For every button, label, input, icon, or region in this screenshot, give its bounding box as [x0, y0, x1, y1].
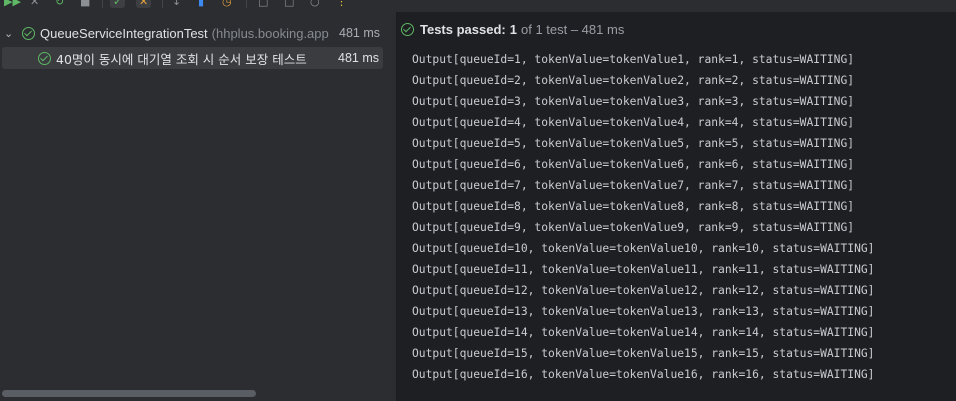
- toggle-passed-icon[interactable]: ✓: [110, 0, 126, 8]
- console-line: Output[queueId=4, tokenValue=tokenValue4…: [412, 116, 855, 129]
- test-passed-icon: [22, 26, 35, 40]
- settings-icon[interactable]: ○: [310, 0, 320, 8]
- console-line: Output[queueId=14, tokenValue=tokenValue…: [412, 326, 875, 339]
- console-line: Output[queueId=3, tokenValue=tokenValue3…: [412, 95, 855, 108]
- test-tree-panel: ⌄ QueueServiceIntegrationTest (hhplus.bo…: [0, 12, 396, 401]
- console-line: Output[queueId=7, tokenValue=tokenValue7…: [412, 179, 855, 192]
- console-line: Output[queueId=16, tokenValue=tokenValue…: [412, 368, 875, 381]
- console-line: Output[queueId=5, tokenValue=tokenValue5…: [412, 137, 855, 150]
- toggle-ignored-icon[interactable]: ✕: [136, 0, 152, 8]
- toolbar-divider: [102, 0, 103, 8]
- test-method-duration: 481 ms: [338, 51, 379, 65]
- console-line: Output[queueId=9, tokenValue=tokenValue9…: [412, 221, 855, 234]
- toolbar-divider: [162, 0, 163, 8]
- console-line: Output[queueId=2, tokenValue=tokenValue2…: [412, 74, 855, 87]
- console-line: Output[queueId=11, tokenValue=tokenValue…: [412, 263, 875, 276]
- test-passed-icon: [38, 51, 51, 65]
- test-class-name: QueueServiceIntegrationTest: [40, 25, 208, 41]
- status-count: 1: [509, 21, 517, 37]
- export-icon[interactable]: □: [258, 0, 268, 8]
- sort-icon[interactable]: ↓: [172, 0, 181, 8]
- console-line: Output[queueId=1, tokenValue=tokenValue1…: [412, 53, 855, 66]
- test-toolbar: ▶▶ ✕ ↻ ■ ✓ ✕ ↓ ▮ ◷ □ □ ○ ⋮: [0, 0, 956, 12]
- chevron-down-icon[interactable]: ⌄: [4, 27, 16, 40]
- toolbar-divider: [246, 0, 247, 8]
- console-line: Output[queueId=12, tokenValue=tokenValue…: [412, 284, 875, 297]
- test-status-bar: Tests passed: 1 of 1 test – 481 ms: [397, 12, 956, 46]
- console-line: Output[queueId=13, tokenValue=tokenValue…: [412, 305, 875, 318]
- status-summary: of 1 test – 481 ms: [520, 21, 625, 37]
- console-line: Output[queueId=10, tokenValue=tokenValue…: [412, 242, 875, 255]
- rerun-icon[interactable]: ▶▶: [4, 0, 21, 8]
- test-class-duration: 481 ms: [339, 26, 380, 40]
- console-panel: queue_id=? Output[queueId=1, tokenValue=…: [397, 12, 956, 401]
- rerun-failed-icon[interactable]: ✕: [30, 0, 39, 8]
- status-label: Tests passed:: [420, 21, 506, 37]
- tests-passed-icon: [401, 22, 414, 36]
- tree-horizontal-scrollbar[interactable]: [2, 390, 256, 397]
- stop-icon[interactable]: ■: [80, 0, 90, 8]
- test-class-origin: (hhplus.booking.app: [211, 25, 329, 41]
- test-method-node[interactable]: 40명이 동시에 대기열 조회 시 순서 보장 테스트 481 ms: [2, 47, 383, 69]
- console-line: Output[queueId=8, tokenValue=tokenValue8…: [412, 200, 855, 213]
- toggle-auto-test-icon[interactable]: ↻: [55, 0, 64, 8]
- history-icon[interactable]: ◷: [222, 0, 232, 8]
- console-line: Output[queueId=6, tokenValue=tokenValue6…: [412, 158, 855, 171]
- console-line: Output[queueId=15, tokenValue=tokenValue…: [412, 347, 875, 360]
- open-icon[interactable]: □: [284, 0, 294, 8]
- import-icon[interactable]: ▮: [198, 0, 204, 8]
- test-method-name: 40명이 동시에 대기열 조회 시 순서 보장 테스트: [56, 51, 307, 67]
- console-output: queue_id=? Output[queueId=1, tokenValue=…: [412, 39, 875, 385]
- more-icon[interactable]: ⋮: [336, 0, 347, 8]
- test-class-node[interactable]: ⌄ QueueServiceIntegrationTest (hhplus.bo…: [0, 22, 384, 44]
